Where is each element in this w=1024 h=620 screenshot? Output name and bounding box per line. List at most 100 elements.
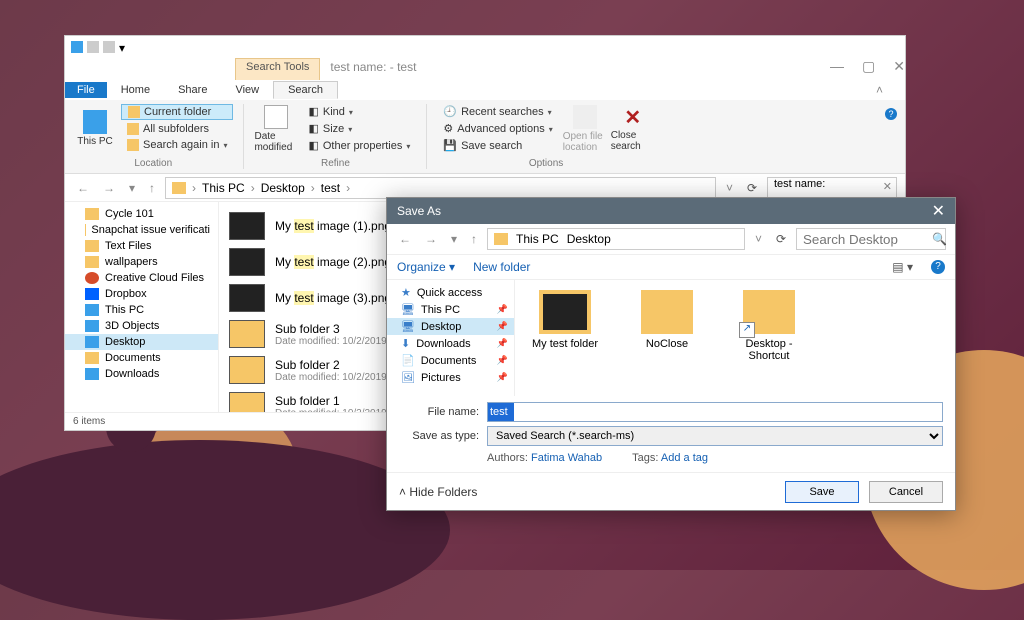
current-folder-button[interactable]: Current folder [121, 104, 233, 120]
dialog-nav-pane[interactable]: ★Quick access🖥This PC📌🖥Desktop📌⬇Download… [387, 280, 515, 396]
recent-locations-icon[interactable]: ▾ [447, 232, 461, 246]
search-menu[interactable]: Search [273, 81, 338, 99]
new-folder-button[interactable]: New folder [473, 260, 530, 274]
contextual-tab[interactable]: Search Tools [235, 58, 320, 80]
recent-locations-icon[interactable]: ▾ [125, 181, 139, 195]
advanced-options-button[interactable]: ⚙ Advanced options [437, 121, 558, 136]
crumb-desktop[interactable]: Desktop [261, 181, 305, 195]
bg-decor [128, 440, 135, 510]
dialog-close-button[interactable]: ✕ [932, 201, 945, 221]
nav-item-label: Text Files [105, 240, 151, 252]
up-button[interactable]: ↑ [467, 232, 481, 246]
back-button[interactable]: ← [73, 181, 93, 195]
folder-icon [539, 290, 591, 334]
dialog-toolbar: Organize ▾ New folder ▤ ▾ ? [387, 254, 955, 280]
search-icon[interactable]: 🔍 [932, 232, 947, 246]
filename-input[interactable] [487, 402, 943, 422]
navigation-pane[interactable]: Cycle 101 Snapchat issue verificati Text F… [65, 202, 219, 412]
help-icon[interactable]: ? [885, 108, 897, 120]
refresh-button[interactable]: ⟳ [743, 181, 761, 195]
dialog-help-icon[interactable]: ? [931, 260, 945, 274]
kind-button[interactable]: ◧ Kind [302, 104, 416, 119]
share-menu[interactable]: Share [164, 82, 221, 98]
nav-item-label: Snapchat issue verificati [91, 224, 210, 236]
titlebar[interactable]: ▾ [65, 36, 905, 58]
close-button[interactable]: ✕ [893, 58, 905, 80]
save-search-button[interactable]: 💾 Save search [437, 138, 558, 153]
dialog-nav-item[interactable]: ★Quick access [387, 284, 514, 301]
view-options-icon[interactable]: ▤ ▾ [892, 260, 913, 274]
qat-icon[interactable] [103, 41, 115, 53]
file-meta: Date modified: 10/2/2019 [275, 336, 387, 347]
close-search-button[interactable]: ✕Close search [611, 104, 655, 153]
home-menu[interactable]: Home [107, 82, 164, 98]
forward-button[interactable]: → [421, 232, 441, 246]
forward-button[interactable]: → [99, 181, 119, 195]
dialog-nav-item[interactable]: 📄Documents📌 [387, 352, 514, 369]
file-menu[interactable]: File [65, 82, 107, 98]
dialog-file-item[interactable]: My test folder [525, 290, 605, 350]
dialog-nav-item[interactable]: 🖼Pictures📌 [387, 369, 514, 386]
crumb-test[interactable]: test [321, 181, 340, 195]
nav-item-label: Desktop [105, 336, 145, 348]
nav-item[interactable]: Documents [65, 350, 218, 366]
crumb-desktop[interactable]: Desktop [567, 232, 611, 246]
recent-searches-button[interactable]: 🕘 Recent searches [437, 104, 558, 119]
up-button[interactable]: ↑ [145, 181, 159, 195]
breadcrumb[interactable]: This PC Desktop test [165, 177, 716, 199]
filetype-select[interactable]: Saved Search (*.search-ms) [487, 426, 943, 446]
hide-folders-toggle[interactable]: ˄ Hide Folders [399, 485, 775, 499]
dialog-nav-item[interactable]: 🖥This PC📌 [387, 301, 514, 318]
save-button[interactable]: Save [785, 481, 859, 503]
dialog-nav-item[interactable]: ⬇Downloads📌 [387, 335, 514, 352]
qat-icon[interactable] [87, 41, 99, 53]
nav-item[interactable]: Text Files [65, 238, 218, 254]
breadcrumb-dropdown-icon[interactable]: ˅ [722, 181, 737, 195]
nav-item[interactable]: wallpapers [65, 254, 218, 270]
cancel-button[interactable]: Cancel [869, 481, 943, 503]
nav-item[interactable]: Downloads [65, 366, 218, 382]
all-subfolders-button[interactable]: All subfolders [121, 122, 233, 136]
ribbon: This PC Current folder All subfolders Se… [65, 100, 905, 174]
nav-item-label: Downloads [416, 338, 470, 350]
nav-item-label: Dropbox [105, 288, 147, 300]
pin-icon: 📌 [497, 338, 508, 349]
this-pc-button[interactable]: This PC [73, 104, 117, 152]
nav-item[interactable]: Creative Cloud Files [65, 270, 218, 286]
search-again-button[interactable]: Search again in [121, 138, 233, 152]
crumb-this-pc[interactable]: This PC [516, 232, 559, 246]
nav-item[interactable]: Snapchat issue verificati [65, 222, 218, 238]
minimize-button[interactable]: — [830, 58, 844, 80]
dialog-file-item[interactable]: NoClose [627, 290, 707, 350]
nav-item[interactable]: Desktop [65, 334, 218, 350]
clear-search-icon[interactable]: ✕ [883, 180, 892, 193]
nav-item-label: This PC [105, 304, 144, 316]
nav-item[interactable]: 3D Objects [65, 318, 218, 334]
dialog-file-area[interactable]: My test folder NoClose Desktop - Shortcut [515, 280, 955, 396]
size-button[interactable]: ◧ Size [302, 121, 416, 136]
collapse-ribbon-icon[interactable]: ˄ [876, 83, 905, 97]
breadcrumb-dropdown-icon[interactable]: ˅ [751, 232, 766, 246]
file-name: My test image (3).png [275, 291, 391, 305]
maximize-button[interactable]: ▢ [862, 58, 875, 80]
dialog-titlebar[interactable]: Save As ✕ [387, 198, 955, 224]
organize-button[interactable]: Organize ▾ [397, 260, 455, 274]
nav-item[interactable]: This PC [65, 302, 218, 318]
nav-item[interactable]: Cycle 101 [65, 206, 218, 222]
qat-dropdown-icon[interactable]: ▾ [119, 41, 131, 53]
other-properties-button[interactable]: ◧ Other properties [302, 138, 416, 153]
back-button[interactable]: ← [395, 232, 415, 246]
dialog-file-item[interactable]: Desktop - Shortcut [729, 290, 809, 362]
view-menu[interactable]: View [221, 82, 273, 98]
date-modified-button[interactable]: Date modified [254, 104, 298, 153]
refresh-button[interactable]: ⟳ [772, 232, 790, 246]
folder-icon [85, 304, 99, 316]
authors-value[interactable]: Fatima Wahab [531, 452, 602, 464]
dialog-nav-item[interactable]: 🖥Desktop📌 [387, 318, 514, 335]
dialog-search-input[interactable] [796, 228, 946, 250]
nav-item[interactable]: Dropbox [65, 286, 218, 302]
search-box[interactable]: test name:✕ [767, 177, 897, 199]
crumb-this-pc[interactable]: This PC [202, 181, 245, 195]
dialog-breadcrumb[interactable]: This PC Desktop [487, 228, 745, 250]
tags-value[interactable]: Add a tag [661, 452, 708, 464]
